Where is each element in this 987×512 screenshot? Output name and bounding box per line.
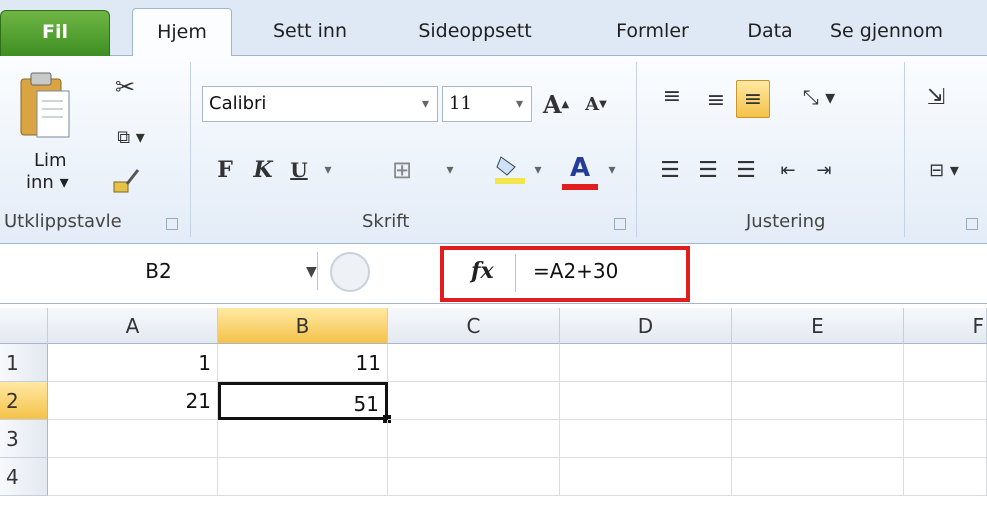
column-header-a[interactable]: A bbox=[48, 308, 218, 344]
group-divider bbox=[190, 62, 191, 237]
name-box[interactable]: B2 bbox=[0, 252, 318, 290]
cell-a4[interactable] bbox=[48, 458, 218, 496]
chevron-down-icon: ▾ bbox=[421, 96, 429, 112]
chevron-down-icon[interactable]: ▾ bbox=[604, 152, 620, 188]
cell-d2[interactable] bbox=[560, 382, 732, 420]
font-launcher-icon[interactable] bbox=[614, 218, 626, 230]
merge-center-icon[interactable]: ⊟ ▾ bbox=[914, 152, 974, 188]
font-size-value: 11 bbox=[449, 93, 472, 114]
formula-highlight bbox=[440, 246, 690, 302]
increase-indent-icon[interactable]: ⇥ bbox=[808, 152, 840, 188]
font-name-select[interactable]: Calibri ▾ bbox=[202, 86, 438, 122]
spreadsheet-grid: A B C D E F 1 2 3 4 1 11 21 51 bbox=[0, 308, 987, 512]
cell-d1[interactable] bbox=[560, 344, 732, 382]
column-header-b[interactable]: B bbox=[218, 308, 388, 344]
paste-label-2[interactable]: inn ▾ bbox=[26, 172, 69, 193]
tab-file[interactable]: Fil bbox=[0, 10, 110, 56]
underline-button[interactable]: U bbox=[284, 152, 314, 188]
cut-icon[interactable]: ✂ bbox=[110, 72, 140, 102]
formula-bar: B2 ▼ fx =A2+30 bbox=[0, 244, 987, 304]
align-top-icon[interactable]: ≡ bbox=[656, 80, 688, 112]
copy-icon[interactable]: ⧉ ▾ bbox=[106, 122, 156, 152]
cell-b2[interactable]: 51 bbox=[218, 382, 388, 420]
wrap-text-icon[interactable]: ⇲ bbox=[916, 80, 956, 114]
cell-e4[interactable] bbox=[732, 458, 904, 496]
chevron-down-icon[interactable]: ▾ bbox=[318, 152, 338, 188]
chevron-down-icon: ▾ bbox=[59, 172, 69, 193]
cell-f2[interactable] bbox=[904, 382, 987, 420]
tab-data[interactable]: Data bbox=[735, 8, 805, 56]
formula-bar-expand-icon bbox=[330, 252, 370, 292]
cell-d4[interactable] bbox=[560, 458, 732, 496]
cell-f1[interactable] bbox=[904, 344, 987, 382]
align-right-icon[interactable]: ☰ bbox=[730, 152, 762, 188]
row-header-2[interactable]: 2 bbox=[0, 382, 48, 420]
ribbon-home: Lim inn ▾ ✂ ⧉ ▾ Utklippstavle Calibri ▾ … bbox=[0, 56, 987, 244]
group-divider bbox=[636, 62, 637, 237]
cell-c4[interactable] bbox=[388, 458, 560, 496]
row-header-4[interactable]: 4 bbox=[0, 458, 48, 496]
decrease-indent-icon[interactable]: ⇤ bbox=[772, 152, 804, 188]
font-name-value: Calibri bbox=[209, 93, 267, 114]
column-header-e[interactable]: E bbox=[732, 308, 904, 344]
cell-a3[interactable] bbox=[48, 420, 218, 458]
chevron-down-icon: ▾ bbox=[515, 96, 523, 112]
orientation-icon[interactable]: ⤡ ▾ bbox=[784, 80, 854, 114]
italic-button[interactable]: K bbox=[248, 152, 278, 188]
borders-icon[interactable]: ⊞ bbox=[382, 152, 422, 188]
group-divider bbox=[904, 62, 905, 237]
cell-f4[interactable] bbox=[904, 458, 987, 496]
tab-review[interactable]: Se gjennom bbox=[830, 8, 987, 56]
cell-b1[interactable]: 11 bbox=[218, 344, 388, 382]
paste-label[interactable]: Lim bbox=[34, 150, 67, 171]
align-middle-icon[interactable]: ≡ bbox=[700, 84, 732, 116]
paste-icon[interactable] bbox=[10, 68, 80, 146]
clipboard-group-label: Utklippstavle bbox=[4, 211, 122, 232]
select-all-corner[interactable] bbox=[0, 308, 48, 344]
cell-c3[interactable] bbox=[388, 420, 560, 458]
name-box-dropdown-icon[interactable]: ▼ bbox=[306, 264, 317, 280]
column-header-d[interactable]: D bbox=[560, 308, 732, 344]
paste-label-2-text: inn bbox=[26, 172, 54, 193]
column-header-f[interactable]: F bbox=[904, 308, 987, 344]
cell-a2[interactable]: 21 bbox=[48, 382, 218, 420]
bold-button[interactable]: F bbox=[210, 152, 240, 188]
cell-d3[interactable] bbox=[560, 420, 732, 458]
row-header-1[interactable]: 1 bbox=[0, 344, 48, 382]
tab-home[interactable]: Hjem bbox=[132, 8, 232, 57]
align-center-icon[interactable]: ☰ bbox=[692, 152, 724, 188]
cell-e1[interactable] bbox=[732, 344, 904, 382]
cell-a1[interactable]: 1 bbox=[48, 344, 218, 382]
chevron-down-icon[interactable]: ▾ bbox=[530, 152, 546, 188]
align-left-icon[interactable]: ☰ bbox=[654, 152, 686, 188]
alignment-group-label: Justering bbox=[746, 211, 826, 232]
font-color-bar bbox=[562, 184, 598, 190]
tab-formulas[interactable]: Formler bbox=[590, 8, 715, 56]
format-painter-icon[interactable] bbox=[108, 164, 144, 198]
tab-insert[interactable]: Sett inn bbox=[250, 8, 370, 56]
cell-f3[interactable] bbox=[904, 420, 987, 458]
alignment-launcher-icon[interactable] bbox=[966, 218, 978, 230]
align-bottom-icon[interactable]: ≡ bbox=[736, 80, 770, 118]
row-header-3[interactable]: 3 bbox=[0, 420, 48, 458]
tab-page-layout[interactable]: Sideoppsett bbox=[395, 8, 555, 56]
cell-c1[interactable] bbox=[388, 344, 560, 382]
fill-color-icon[interactable] bbox=[490, 148, 530, 188]
cell-b3[interactable] bbox=[218, 420, 388, 458]
cell-b4[interactable] bbox=[218, 458, 388, 496]
cell-e3[interactable] bbox=[732, 420, 904, 458]
grow-font-icon[interactable]: A ▲ bbox=[538, 86, 574, 122]
shrink-font-icon[interactable]: A ▼ bbox=[578, 86, 614, 122]
clipboard-launcher-icon[interactable] bbox=[166, 218, 178, 230]
chevron-down-icon[interactable]: ▾ bbox=[440, 152, 460, 188]
cell-e2[interactable] bbox=[732, 382, 904, 420]
column-header-c[interactable]: C bbox=[388, 308, 560, 344]
font-group-label: Skrift bbox=[362, 211, 410, 232]
ribbon-tabs: Fil Hjem Sett inn Sideoppsett Formler Da… bbox=[0, 0, 987, 57]
font-size-select[interactable]: 11 ▾ bbox=[442, 86, 532, 122]
cell-c2[interactable] bbox=[388, 382, 560, 420]
